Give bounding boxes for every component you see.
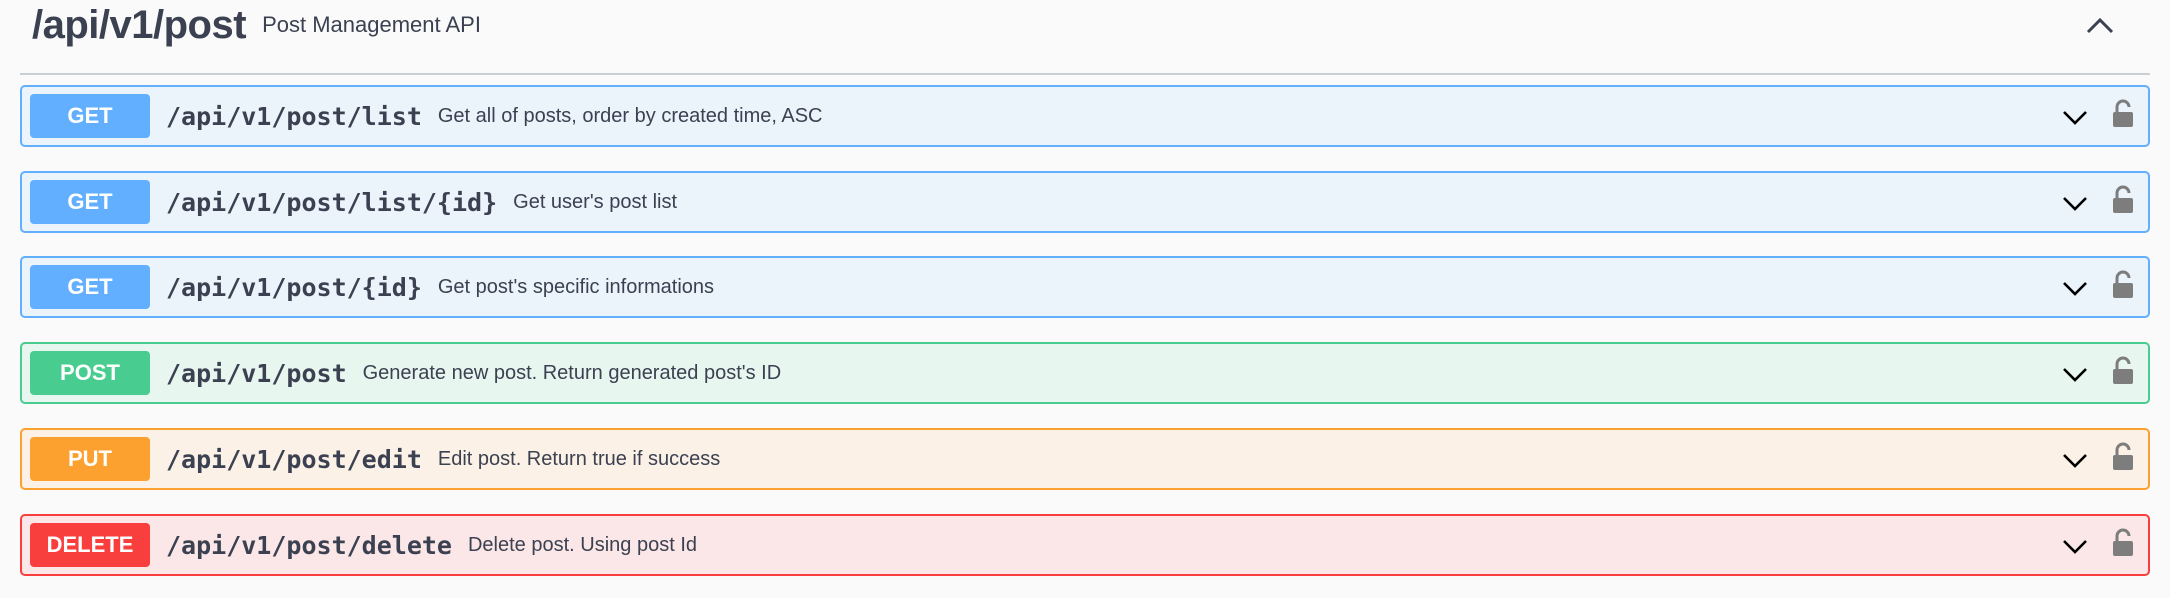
operation-get-post-list-by-id[interactable]: GET /api/v1/post/list/{id} Get user's po… bbox=[20, 171, 2150, 233]
chevron-down-icon[interactable] bbox=[2060, 105, 2090, 129]
chevron-down-icon[interactable] bbox=[2060, 191, 2090, 215]
tag-header[interactable]: /api/v1/post Post Management API bbox=[20, 0, 2150, 75]
chevron-down-icon[interactable] bbox=[2060, 362, 2090, 386]
tag-description: Post Management API bbox=[262, 11, 481, 37]
operation-summary: Get all of posts, order by created time,… bbox=[437, 104, 823, 127]
operation-path: /api/v1/post/list/{id} bbox=[166, 187, 498, 217]
lock-icon[interactable] bbox=[2110, 99, 2136, 129]
lock-icon[interactable] bbox=[2110, 442, 2136, 472]
chevron-down-icon[interactable] bbox=[2060, 276, 2090, 300]
operation-summary: Edit post. Return true if success bbox=[437, 447, 721, 470]
method-badge: PUT bbox=[30, 437, 150, 481]
operation-path: /api/v1/post bbox=[166, 358, 347, 388]
operation-post-create[interactable]: POST /api/v1/post Generate new post. Ret… bbox=[20, 342, 2150, 404]
chevron-down-icon[interactable] bbox=[2060, 534, 2090, 558]
chevron-down-icon[interactable] bbox=[2060, 448, 2090, 472]
lock-icon[interactable] bbox=[2110, 356, 2136, 386]
method-badge: GET bbox=[30, 265, 150, 309]
operation-path: /api/v1/post/delete bbox=[166, 530, 452, 560]
operation-summary: Get post's specific informations bbox=[437, 275, 715, 298]
operation-get-post-by-id[interactable]: GET /api/v1/post/{id} Get post's specifi… bbox=[20, 256, 2150, 318]
tag-title: /api/v1/post bbox=[32, 2, 247, 47]
method-badge: GET bbox=[30, 180, 150, 224]
method-badge: DELETE bbox=[30, 523, 150, 567]
operation-path: /api/v1/post/edit bbox=[166, 444, 422, 474]
method-badge: GET bbox=[30, 94, 150, 138]
operation-path: /api/v1/post/{id} bbox=[166, 272, 422, 302]
operation-get-post-list[interactable]: GET /api/v1/post/list Get all of posts, … bbox=[20, 85, 2150, 147]
operation-summary: Get user's post list bbox=[513, 190, 678, 213]
api-tag-section: /api/v1/post Post Management API GET /ap… bbox=[0, 0, 2170, 598]
operation-delete-post[interactable]: DELETE /api/v1/post/delete Delete post. … bbox=[20, 514, 2150, 576]
operation-path: /api/v1/post/list bbox=[166, 101, 422, 131]
operation-summary: Delete post. Using post Id bbox=[467, 533, 697, 556]
operation-summary: Generate new post. Return generated post… bbox=[362, 361, 782, 384]
lock-icon[interactable] bbox=[2110, 528, 2136, 558]
operation-put-edit[interactable]: PUT /api/v1/post/edit Edit post. Return … bbox=[20, 428, 2150, 490]
chevron-up-icon[interactable] bbox=[2080, 10, 2120, 40]
lock-icon[interactable] bbox=[2110, 270, 2136, 300]
method-badge: POST bbox=[30, 351, 150, 395]
lock-icon[interactable] bbox=[2110, 185, 2136, 215]
